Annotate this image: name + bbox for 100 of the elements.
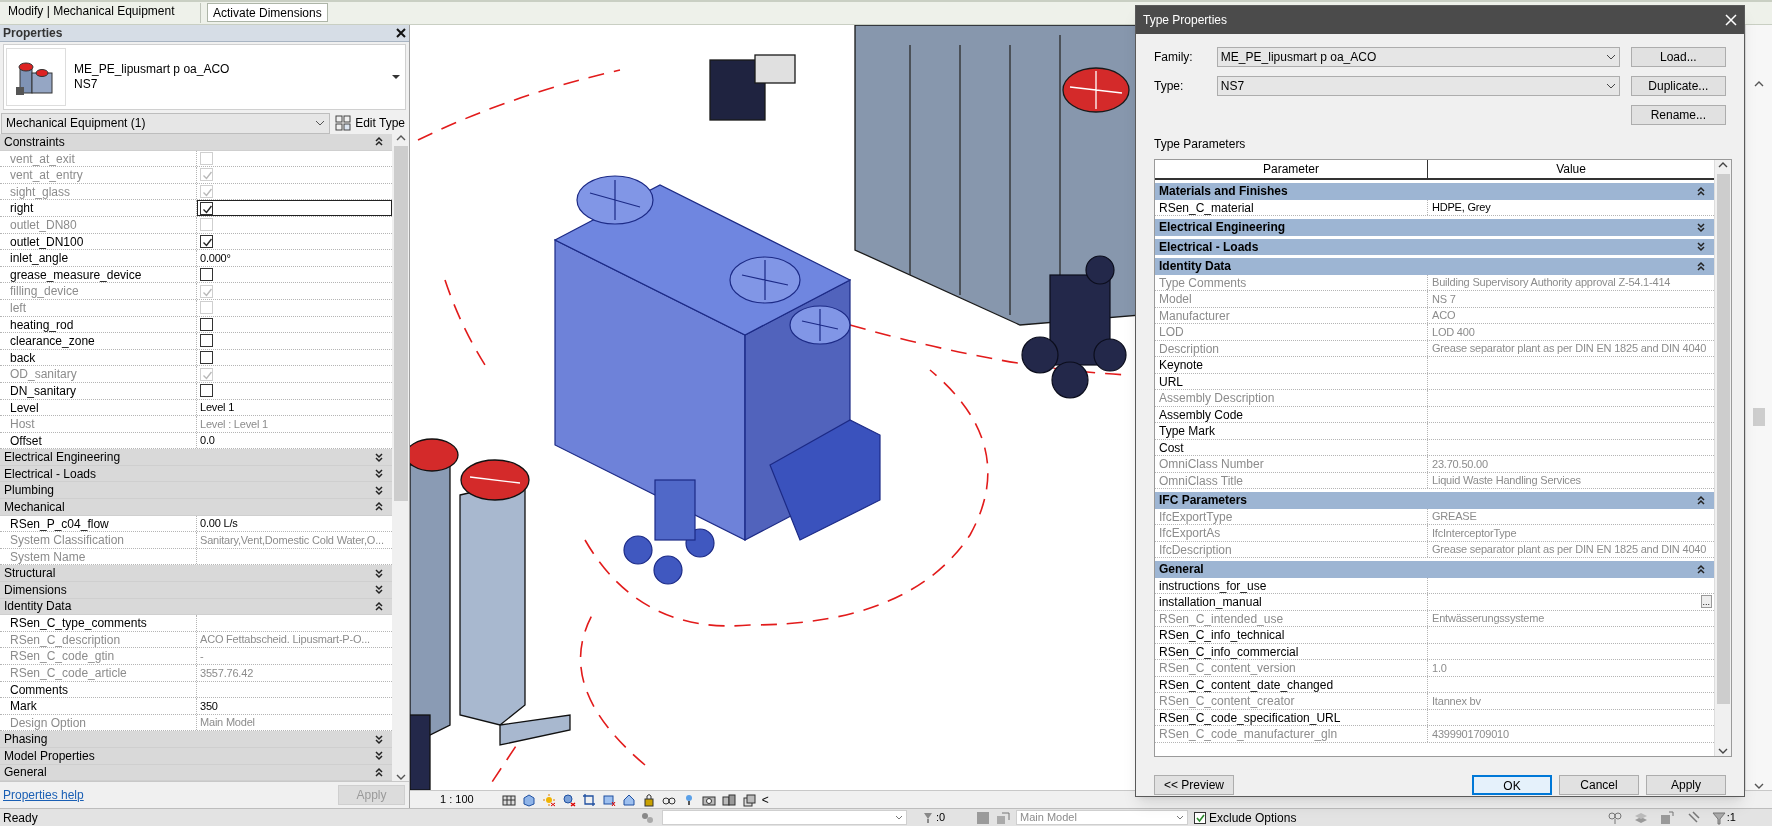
family-dropdown[interactable]: ME_PE_lipusmart p oa_ACO bbox=[1216, 46, 1620, 67]
collapse-icon bbox=[374, 501, 384, 513]
chevron-down-icon[interactable] bbox=[396, 773, 406, 781]
parameter-value: 4399901709010 bbox=[1432, 726, 1509, 742]
parameter-name: Assembly Description bbox=[1155, 390, 1428, 406]
group-header[interactable]: Phasing bbox=[0, 731, 392, 748]
group-label: Electrical - Loads bbox=[4, 465, 97, 483]
group-label: Identity Data bbox=[4, 598, 72, 616]
category-dropdown[interactable]: Mechanical Equipment (1) bbox=[1, 112, 331, 134]
group-header[interactable]: Structural bbox=[0, 565, 392, 583]
crop-region-icon[interactable] bbox=[601, 792, 616, 807]
design-option-value: Main Model bbox=[1020, 810, 1077, 826]
field-label: Family: bbox=[1154, 48, 1194, 66]
section-label: Type Parameters bbox=[1154, 136, 1247, 153]
chevron-down-icon[interactable] bbox=[1718, 746, 1729, 756]
properties-help-link[interactable]: Properties help bbox=[3, 786, 84, 804]
chevron-down-icon[interactable] bbox=[1754, 782, 1764, 790]
scrollbar[interactable] bbox=[393, 134, 409, 781]
grid-icon[interactable] bbox=[501, 792, 516, 807]
type-dropdown[interactable]: NS7 bbox=[1216, 75, 1620, 96]
expand-icon bbox=[374, 484, 384, 496]
checkbox[interactable] bbox=[200, 268, 213, 282]
collapse-toggle[interactable]: < bbox=[761, 790, 769, 809]
group-header[interactable]: Electrical Engineering bbox=[0, 449, 392, 466]
layers-icon[interactable] bbox=[1633, 810, 1648, 825]
value-cell[interactable] bbox=[197, 200, 392, 216]
dialog-button[interactable]: Rename... bbox=[1630, 104, 1726, 125]
crop-icon[interactable] bbox=[581, 792, 596, 807]
group-label: Dimensions bbox=[4, 581, 67, 599]
exclude-options-checkbox[interactable]: Exclude Options bbox=[1194, 808, 1297, 826]
parameter-value: Building Supervisory Authority approval Z-54.1-414 bbox=[1432, 275, 1671, 290]
group-header[interactable]: Constraints bbox=[0, 134, 392, 151]
scrollbar[interactable] bbox=[1714, 160, 1731, 756]
parameter-name: Cost bbox=[1155, 439, 1428, 455]
chevron-down-icon bbox=[315, 120, 326, 126]
scrollbar-thumb[interactable] bbox=[1753, 408, 1765, 426]
group-label: Materials and Finishes bbox=[1159, 183, 1288, 201]
group-header[interactable]: Electrical - Loads bbox=[1155, 238, 1715, 255]
expand-icon bbox=[374, 733, 384, 745]
dialog-button[interactable]: Duplicate... bbox=[1630, 75, 1726, 96]
parameter-name: Keynote bbox=[1155, 357, 1428, 373]
dialog-button[interactable]: Load... bbox=[1630, 46, 1726, 67]
group-header[interactable]: Plumbing bbox=[0, 482, 392, 500]
type-selector[interactable]: ME_PE_lipusmart p oa_ACO NS7 bbox=[3, 44, 406, 110]
chevron-up-icon[interactable] bbox=[396, 134, 406, 142]
column-header[interactable]: Value bbox=[1428, 160, 1715, 178]
chevron-down-icon bbox=[895, 815, 903, 820]
shadow-icon[interactable] bbox=[561, 792, 576, 807]
group-header[interactable]: Materials and Finishes bbox=[1155, 183, 1715, 200]
square-icon[interactable] bbox=[976, 810, 990, 825]
chevron-down-icon bbox=[1605, 53, 1616, 60]
checkbox[interactable] bbox=[200, 384, 213, 398]
edit-type-button[interactable]: Edit Type bbox=[332, 112, 408, 134]
checkbox[interactable] bbox=[200, 317, 213, 331]
parameter-value: Grease separator plant as per DIN EN 1825 and DIN 4040 bbox=[1432, 542, 1707, 557]
family-dropdown-value: ME_PE_lipusmart p oa_ACO bbox=[1220, 48, 1377, 66]
dialog-button[interactable]: OK bbox=[1472, 775, 1552, 795]
checkbox[interactable] bbox=[200, 334, 213, 348]
filter-icon[interactable] bbox=[921, 810, 935, 825]
group-label: General bbox=[1159, 561, 1204, 579]
checkbox[interactable] bbox=[200, 234, 213, 248]
design-options-icon[interactable] bbox=[996, 810, 1010, 825]
browse-button[interactable]: ... bbox=[1700, 595, 1713, 609]
stack-icon[interactable] bbox=[741, 792, 756, 807]
checkbox[interactable] bbox=[200, 351, 213, 364]
parameter-value: Entwässerungssysteme bbox=[1432, 611, 1545, 626]
dialog-button[interactable]: Apply bbox=[1646, 775, 1726, 795]
parameter-value: IfcInterceptorType bbox=[1432, 525, 1517, 541]
dialog-button[interactable]: Cancel bbox=[1559, 775, 1639, 795]
parameter-name: IfcExportType bbox=[1155, 508, 1428, 524]
parameter-name: Assembly Code bbox=[1155, 406, 1428, 422]
chevron-up-icon[interactable] bbox=[1718, 160, 1729, 170]
scrollbar[interactable] bbox=[1745, 25, 1772, 790]
group-header[interactable]: Dimensions bbox=[0, 582, 392, 599]
design-option-dropdown[interactable]: Main Model bbox=[1016, 810, 1188, 825]
group-header[interactable]: Identity Data bbox=[1155, 258, 1715, 275]
group-header[interactable]: Electrical Engineering bbox=[1155, 219, 1715, 236]
group-header[interactable]: Mechanical bbox=[0, 499, 392, 516]
filter-icon[interactable] bbox=[1711, 810, 1726, 825]
group-header[interactable]: IFC Parameters bbox=[1155, 492, 1715, 509]
parameter-name: RSen_C_content_version bbox=[1155, 660, 1428, 676]
cubes-icon[interactable] bbox=[721, 792, 736, 807]
lock-icon[interactable] bbox=[641, 792, 656, 807]
group-header[interactable]: General bbox=[1155, 561, 1715, 578]
preview-button[interactable]: << Preview bbox=[1154, 775, 1234, 795]
activate-dimensions-button[interactable]: Activate Dimensions bbox=[207, 3, 328, 22]
checkbox[interactable] bbox=[1194, 811, 1206, 824]
selection-icon[interactable] bbox=[1659, 810, 1674, 825]
parameter-value: ACO bbox=[1432, 308, 1456, 323]
sun-icon[interactable] bbox=[541, 792, 556, 807]
context-label: Modify | Mechanical Equipment bbox=[7, 3, 176, 20]
link-icon[interactable] bbox=[1607, 810, 1622, 825]
parameter-value: GREASE bbox=[1432, 509, 1477, 524]
column-header[interactable]: Parameter bbox=[1155, 160, 1428, 178]
chevron-up-icon[interactable] bbox=[1754, 80, 1764, 88]
expand-icon bbox=[374, 750, 384, 762]
close-icon[interactable] bbox=[396, 28, 406, 38]
checkbox[interactable] bbox=[200, 201, 213, 215]
view-scale[interactable]: 1 : 100 bbox=[440, 791, 474, 808]
expand-icon bbox=[374, 468, 384, 480]
